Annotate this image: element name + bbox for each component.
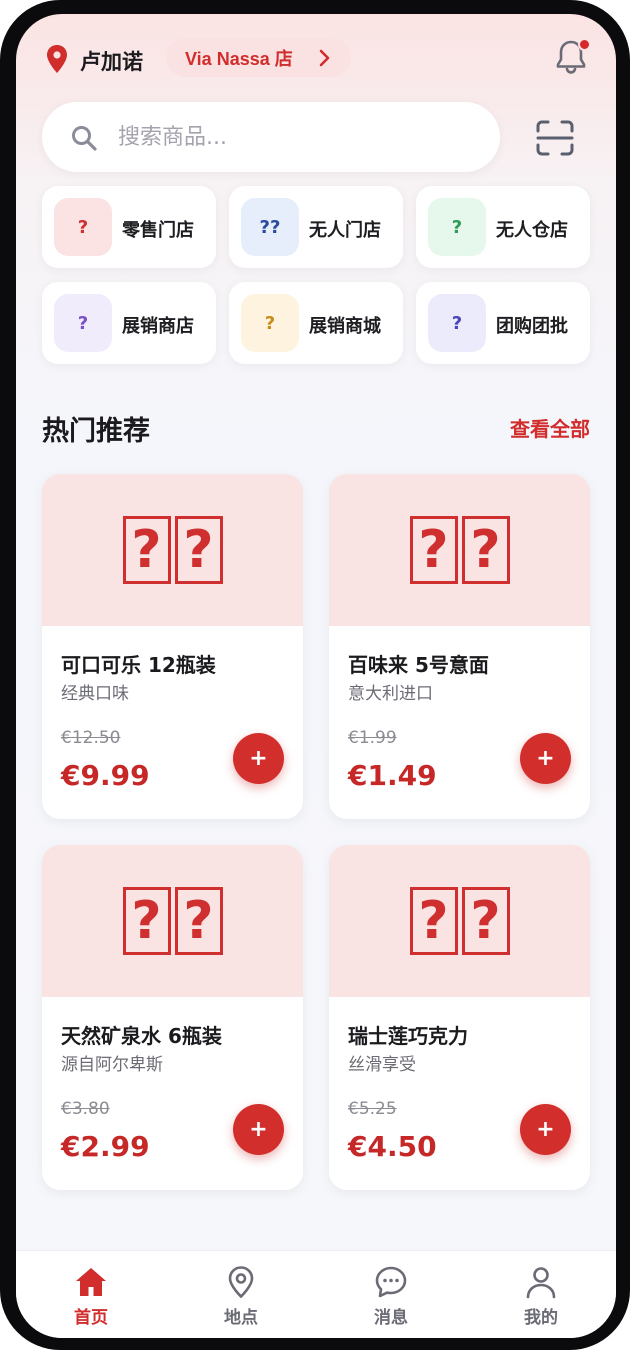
tab-label: 首页 (74, 1308, 108, 1328)
tab-messages[interactable]: 消息 (316, 1251, 466, 1338)
notification-badge (578, 38, 591, 51)
add-to-cart-button[interactable]: + (233, 1104, 284, 1155)
category-label: 展销商店 (122, 316, 194, 337)
product-image: ?? (329, 474, 590, 626)
category-group-buy[interactable]: ? 团购团批 (416, 282, 590, 364)
category-icon: ? (241, 294, 299, 352)
product-original-price: €5.25 (348, 1099, 397, 1119)
product-price: €9.99 (61, 759, 150, 792)
category-icon: ? (428, 198, 486, 256)
product-image: ?? (42, 845, 303, 997)
product-subtitle: 经典口味 (61, 684, 129, 704)
tab-profile[interactable]: 我的 (466, 1251, 616, 1338)
add-to-cart-button[interactable]: + (233, 733, 284, 784)
category-label: 无人门店 (309, 220, 381, 241)
category-unmanned-warehouse[interactable]: ? 无人仓店 (416, 186, 590, 268)
product-price: €2.99 (61, 1130, 150, 1163)
bottom-tab-bar: 首页 地点 消息 我的 (16, 1250, 616, 1338)
product-card[interactable]: ?? 百味来 5号意面意大利进口 €1.99 €1.49 + (329, 474, 590, 819)
tab-location[interactable]: 地点 (166, 1251, 316, 1338)
category-label: 无人仓店 (496, 220, 568, 241)
chevron-right-icon (319, 49, 330, 67)
product-subtitle: 源自阿尔卑斯 (61, 1055, 163, 1075)
search-input[interactable] (118, 118, 478, 156)
missing-glyph: ? (122, 516, 171, 584)
location-icon (228, 1266, 254, 1299)
missing-glyph: ? (461, 516, 510, 584)
view-all-link[interactable]: 查看全部 (510, 413, 590, 442)
category-unmanned-store[interactable]: ?? 无人门店 (229, 186, 403, 268)
product-image: ?? (42, 474, 303, 626)
product-price: €1.49 (348, 759, 437, 792)
product-name: 百味来 5号意面 (348, 653, 489, 677)
tab-label: 地点 (224, 1308, 258, 1328)
store-selector[interactable]: Via Nassa 店 (166, 38, 351, 77)
category-icon: ? (54, 294, 112, 352)
section-title: 热门推荐 (42, 416, 150, 447)
missing-glyph: ? (174, 887, 223, 955)
product-card[interactable]: ?? 天然矿泉水 6瓶装源自阿尔卑斯 €3.80 €2.99 + (42, 845, 303, 1190)
missing-glyph: ? (409, 516, 458, 584)
missing-glyph: ? (174, 516, 223, 584)
store-name: Via Nassa 店 (185, 48, 293, 69)
product-price: €4.50 (348, 1130, 437, 1163)
add-to-cart-button[interactable]: + (520, 1104, 571, 1155)
tab-label: 我的 (524, 1308, 558, 1328)
product-name: 瑞士莲巧克力 (348, 1024, 468, 1048)
category-label: 零售门店 (122, 220, 194, 241)
product-card[interactable]: ?? 瑞士莲巧克力丝滑享受 €5.25 €4.50 + (329, 845, 590, 1190)
city-label[interactable]: 卢加诺 (80, 46, 143, 76)
missing-glyph: ? (122, 887, 171, 955)
missing-glyph: ? (461, 887, 510, 955)
product-original-price: €1.99 (348, 728, 397, 748)
category-exhibit-mall[interactable]: ? 展销商城 (229, 282, 403, 364)
category-icon: ? (428, 294, 486, 352)
product-subtitle: 意大利进口 (348, 684, 433, 704)
add-to-cart-button[interactable]: + (520, 733, 571, 784)
product-original-price: €12.50 (61, 728, 121, 748)
tab-home[interactable]: 首页 (16, 1251, 166, 1338)
missing-glyph: ? (409, 887, 458, 955)
chat-icon (375, 1266, 407, 1298)
home-icon (76, 1268, 106, 1296)
category-icon: ? (54, 198, 112, 256)
user-icon (526, 1267, 556, 1299)
product-original-price: €3.80 (61, 1099, 110, 1119)
category-label: 团购团批 (496, 316, 568, 337)
app-screen: 卢加诺 Via Nassa 店 搜索商品... ? 零售门店 ?? 无人门店 ?… (16, 14, 616, 1338)
category-retail-store[interactable]: ? 零售门店 (42, 186, 216, 268)
product-name: 可口可乐 12瓶装 (61, 653, 216, 677)
category-icon: ?? (241, 198, 299, 256)
category-label: 展销商城 (309, 316, 381, 337)
scan-icon[interactable] (536, 120, 574, 156)
search-bar[interactable] (42, 102, 500, 172)
location-pin-icon[interactable] (44, 44, 70, 74)
product-card[interactable]: ?? 可口可乐 12瓶装经典口味 €12.50 €9.99 + (42, 474, 303, 819)
product-image: ?? (329, 845, 590, 997)
top-bar: 卢加诺 Via Nassa 店 (16, 14, 616, 104)
product-name: 天然矿泉水 6瓶装 (61, 1024, 222, 1048)
search-icon (72, 126, 97, 151)
product-subtitle: 丝滑享受 (348, 1055, 416, 1075)
device-frame: 卢加诺 Via Nassa 店 搜索商品... ? 零售门店 ?? 无人门店 ?… (0, 0, 630, 1350)
category-exhibit-store[interactable]: ? 展销商店 (42, 282, 216, 364)
tab-label: 消息 (374, 1308, 408, 1328)
